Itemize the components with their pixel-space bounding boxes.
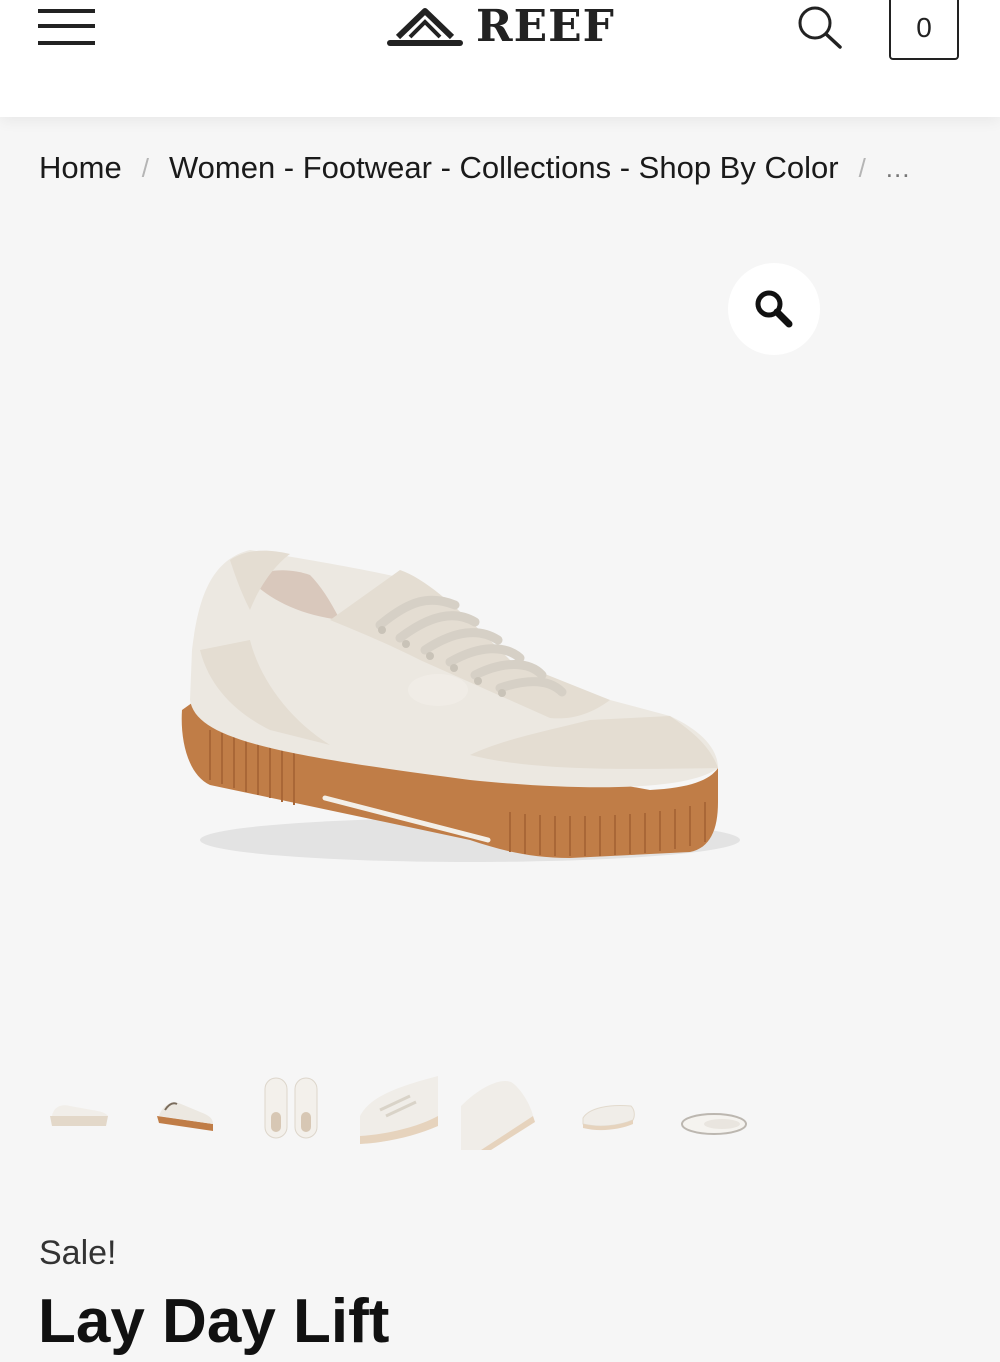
product-image[interactable] — [170, 540, 750, 880]
thumbnail-closeup-toe[interactable] — [461, 1066, 539, 1150]
thumbnail-sole[interactable] — [676, 1066, 754, 1150]
breadcrumb-category[interactable]: Women - Footwear - Collections - Shop By… — [169, 150, 839, 186]
breadcrumb-ellipsis: ... — [885, 152, 911, 183]
thumbnail-angle[interactable] — [147, 1066, 225, 1150]
search-icon[interactable] — [796, 4, 844, 50]
breadcrumb-home[interactable]: Home — [39, 150, 122, 186]
breadcrumb: Home / Women - Footwear - Collections - … — [39, 150, 969, 186]
breadcrumb-separator: / — [141, 152, 149, 183]
thumbnail-strip — [40, 1066, 760, 1152]
breadcrumb-separator: / — [858, 152, 866, 183]
reef-mountain-icon — [387, 8, 463, 46]
menu-icon[interactable] — [38, 6, 96, 45]
zoom-icon — [755, 290, 793, 328]
zoom-button[interactable] — [728, 263, 820, 355]
thumbnail-side[interactable] — [40, 1066, 118, 1150]
cart-button[interactable]: 0 — [889, 0, 959, 60]
brand-logo[interactable]: REEF — [386, 2, 626, 52]
brand-name: REEF — [476, 1, 615, 52]
cart-count: 0 — [916, 12, 932, 43]
site-header: REEF 0 — [0, 0, 1000, 117]
thumbnail-top[interactable] — [253, 1066, 331, 1150]
thumbnail-closeup-front[interactable] — [360, 1066, 438, 1150]
sale-badge: Sale! — [39, 1234, 117, 1272]
product-title: Lay Day Lift — [38, 1287, 390, 1356]
thumbnail-front[interactable] — [569, 1066, 647, 1150]
